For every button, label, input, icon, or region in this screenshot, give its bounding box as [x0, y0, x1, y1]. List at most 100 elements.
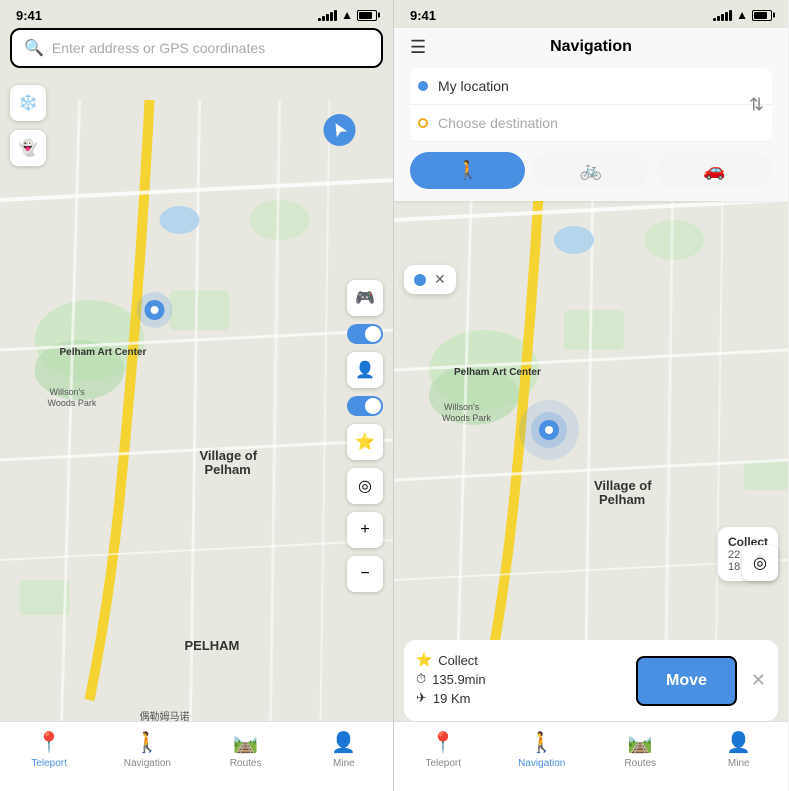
svg-text:Village of: Village of [200, 448, 258, 463]
gamepad-button[interactable]: 🎮 [347, 280, 383, 316]
svg-text:Pelham Art Center: Pelham Art Center [454, 367, 541, 378]
navigation-label: Navigation [124, 758, 171, 769]
signal-bars-icon [318, 9, 337, 21]
right-location-icon: ◎ [753, 553, 767, 573]
svg-text:Village of: Village of [594, 478, 652, 493]
zoom-in-button[interactable]: + [347, 512, 383, 548]
routes-icon: 🛤️ [233, 730, 258, 755]
right-wifi-icon: ▲ [736, 8, 748, 22]
pin-dot [414, 274, 426, 286]
nav-item-routes[interactable]: 🛤️ Routes [197, 730, 295, 769]
svg-text:Willson's: Willson's [444, 402, 480, 412]
walk-mode-button[interactable]: 🚶 [410, 152, 525, 189]
right-nav-item-mine[interactable]: 👤 Mine [690, 730, 789, 769]
bike-mode-button[interactable]: 🚲 [533, 152, 648, 189]
nav-header-row: ☰ Navigation [410, 38, 772, 56]
pin-close-button[interactable]: ✕ [434, 271, 446, 288]
snowflake-icon: ❄️ [18, 93, 38, 113]
right-mine-label: Mine [728, 758, 750, 769]
snowflake-button[interactable]: ❄️ [10, 85, 46, 121]
toggle-1[interactable] [347, 324, 383, 344]
routes-label: Routes [230, 758, 262, 769]
wifi-icon: ▲ [341, 8, 353, 22]
svg-text:Woods Park: Woods Park [442, 413, 491, 423]
star-button[interactable]: ⭐ [347, 424, 383, 460]
right-teleport-label: Teleport [425, 758, 461, 769]
nav-item-mine[interactable]: 👤 Mine [295, 730, 393, 769]
collect-distance-icon: ✈ [416, 690, 427, 706]
left-panel: Pelham Art Center Willson's Woods Park V… [0, 0, 394, 791]
right-battery-icon [752, 10, 772, 21]
nav-item-navigation[interactable]: 🚶 Navigation [98, 730, 196, 769]
bottom-nav-left: 📍 Teleport 🚶 Navigation 🛤️ Routes 👤 Mine [0, 721, 393, 791]
teleport-icon: 📍 [37, 730, 62, 755]
status-bar: 9:41 ▲ [0, 0, 393, 28]
route-fields: My location Choose destination ⇅ [410, 68, 772, 142]
right-location-button[interactable]: ◎ [742, 545, 778, 581]
person-icon-button[interactable]: 👤 [347, 352, 383, 388]
ghost-button[interactable]: 👻 [10, 130, 46, 166]
transport-modes: 🚶 🚲 🚗 [410, 152, 772, 189]
right-mine-icon: 👤 [726, 730, 751, 755]
nav-item-teleport[interactable]: 📍 Teleport [0, 730, 98, 769]
dest-placeholder: Choose destination [438, 115, 558, 131]
right-status-time: 9:41 [410, 8, 436, 23]
info-card-close-button[interactable]: ✕ [751, 670, 766, 691]
svg-text:Pelham: Pelham [599, 492, 645, 507]
right-nav-item-navigation[interactable]: 🚶 Navigation [493, 730, 592, 769]
right-navigation-icon: 🚶 [529, 730, 554, 755]
right-teleport-icon: 📍 [431, 730, 456, 755]
origin-text: My location [438, 78, 509, 94]
collect-title: Collect [438, 653, 478, 668]
collect-distance-row: ✈ 19 Km [416, 690, 628, 706]
hamburger-button[interactable]: ☰ [410, 37, 426, 58]
pin-overlay: ✕ [404, 265, 456, 294]
right-status-icons: ▲ [713, 8, 772, 22]
destination-field[interactable]: Choose destination [410, 105, 772, 142]
bike-icon: 🚲 [580, 160, 602, 181]
right-signal-bars-icon [713, 9, 732, 21]
collect-star-icon: ⭐ [416, 652, 432, 668]
battery-icon [357, 10, 377, 21]
svg-text:Pelham Art Center: Pelham Art Center [60, 347, 147, 358]
location-button[interactable]: ◎ [347, 468, 383, 504]
right-controls: 🎮 👤 ⭐ ◎ + − [347, 280, 383, 592]
status-icons: ▲ [318, 8, 377, 22]
toggle-2[interactable] [347, 396, 383, 416]
right-routes-icon: 🛤️ [628, 730, 653, 755]
search-bar[interactable]: 🔍 Enter address or GPS coordinates [10, 28, 383, 68]
zoom-out-button[interactable]: − [347, 556, 383, 592]
walk-icon: 🚶 [456, 160, 478, 181]
origin-dot [418, 81, 428, 91]
map-background: Pelham Art Center Willson's Woods Park V… [0, 0, 393, 791]
collect-time-icon: ⏱ [416, 671, 426, 687]
search-placeholder: Enter address or GPS coordinates [52, 40, 265, 56]
svg-text:Pelham: Pelham [205, 462, 251, 477]
navigation-icon: 🚶 [135, 730, 160, 755]
right-status-bar: 9:41 ▲ [394, 0, 788, 28]
info-card: ⭐ Collect ⏱ 135.9min ✈ 19 Km Move ✕ [404, 640, 778, 721]
move-button[interactable]: Move [636, 656, 737, 706]
teleport-label: Teleport [31, 758, 67, 769]
collect-details: ⭐ Collect ⏱ 135.9min ✈ 19 Km [416, 652, 628, 709]
swap-button[interactable]: ⇅ [749, 95, 764, 116]
right-panel: Pelham Art Center Willson's Woods Park V… [394, 0, 788, 791]
right-routes-label: Routes [624, 758, 656, 769]
status-time: 9:41 [16, 8, 42, 23]
collect-title-row: ⭐ Collect [416, 652, 628, 668]
car-mode-button[interactable]: 🚗 [657, 152, 772, 189]
svg-text:Willson's: Willson's [50, 387, 86, 397]
bottom-nav-right: 📍 Teleport 🚶 Navigation 🛤️ Routes 👤 Mine [394, 721, 788, 791]
collect-time-row: ⏱ 135.9min [416, 671, 628, 687]
right-nav-item-routes[interactable]: 🛤️ Routes [591, 730, 690, 769]
mine-label: Mine [333, 758, 355, 769]
right-nav-item-teleport[interactable]: 📍 Teleport [394, 730, 493, 769]
navigation-header: ☰ Navigation My location Choose destinat… [394, 28, 788, 201]
search-icon: 🔍 [24, 38, 44, 58]
collect-time-value: 135.9min [432, 672, 485, 687]
ghost-icon: 👻 [18, 138, 38, 158]
nav-title: Navigation [550, 38, 632, 56]
origin-field[interactable]: My location [410, 68, 772, 105]
collect-distance-value: 19 Km [433, 691, 471, 706]
svg-text:PELHAM: PELHAM [185, 638, 240, 653]
